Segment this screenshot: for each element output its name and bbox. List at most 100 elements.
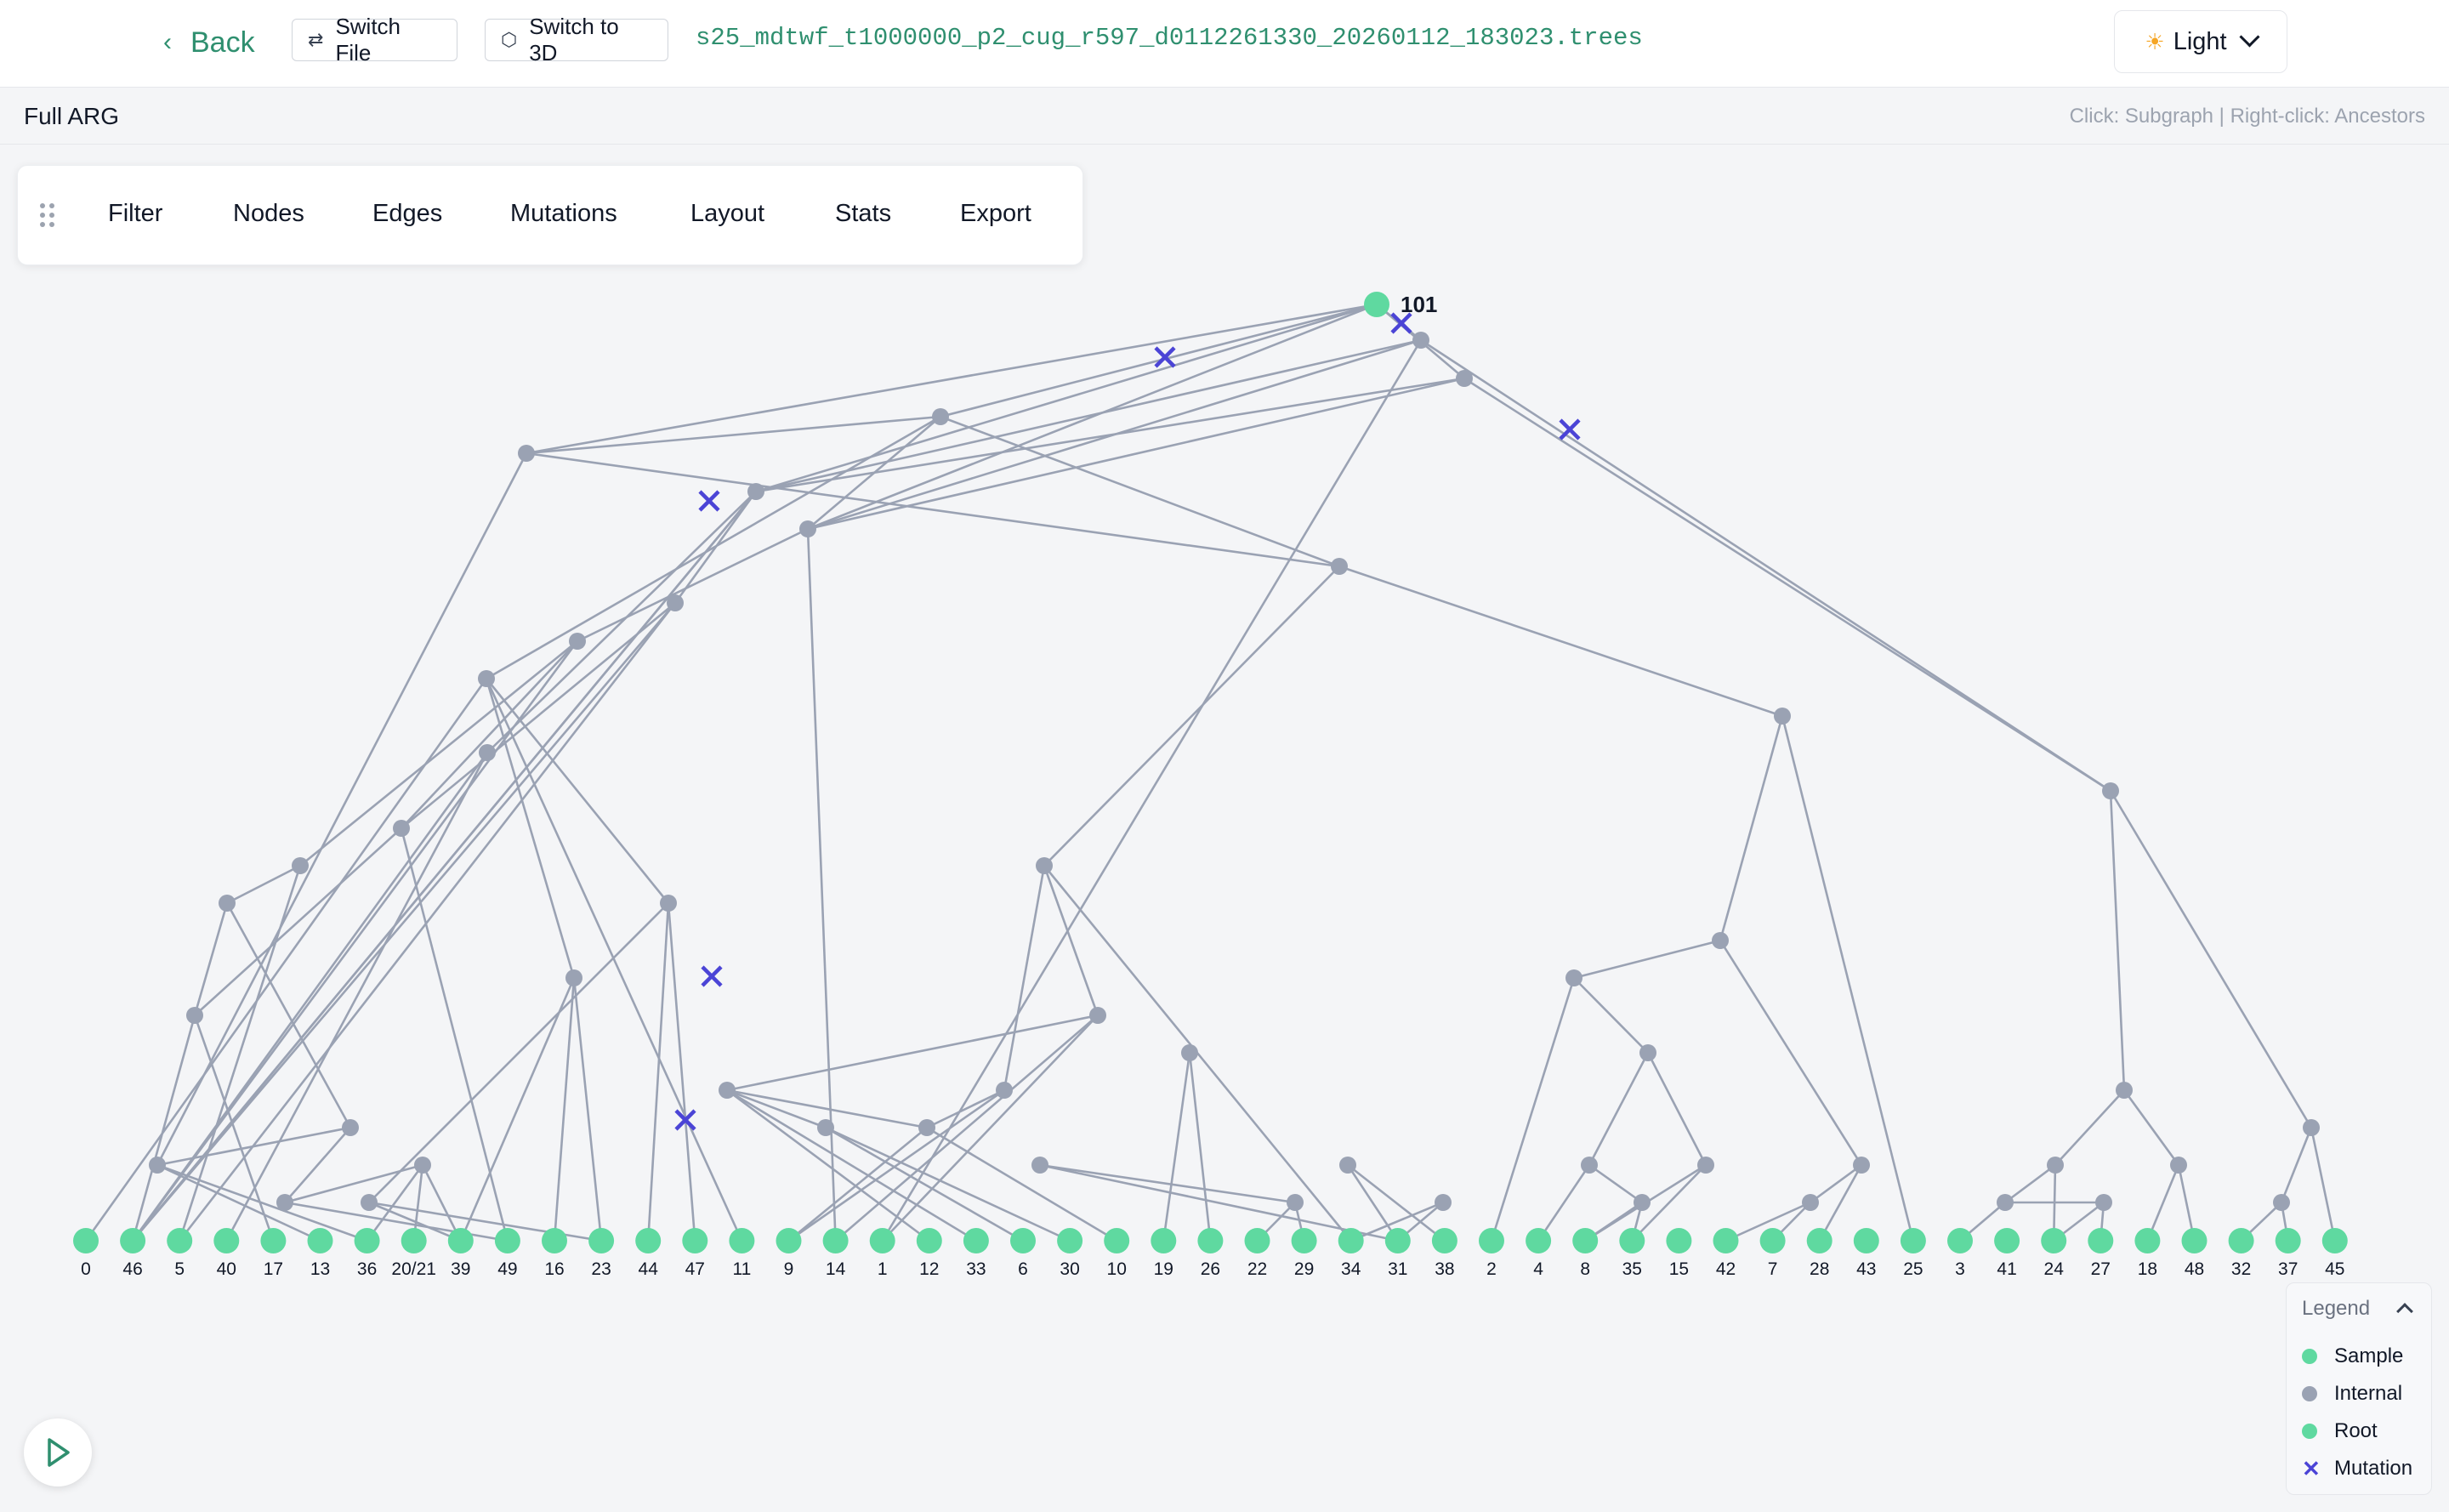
- mutation-icon[interactable]: [1559, 418, 1581, 441]
- mutation-icon[interactable]: [701, 965, 723, 987]
- sample-node[interactable]: [1479, 1228, 1504, 1253]
- drag-handle-icon[interactable]: [40, 203, 57, 227]
- node-layer[interactable]: 1010 46 5 40 17 13 36 20/21 39 49 16 23 44 47 11 9 14 1 12…: [73, 292, 2348, 1279]
- sample-node[interactable]: [682, 1228, 708, 1253]
- menu-stats[interactable]: Stats: [835, 200, 891, 228]
- sample-node[interactable]: [494, 1228, 520, 1253]
- internal-node[interactable]: [2273, 1194, 2290, 1211]
- internal-node[interactable]: [1697, 1157, 1714, 1174]
- internal-node[interactable]: [276, 1194, 293, 1211]
- sample-node[interactable]: [120, 1228, 146, 1253]
- mutation-icon[interactable]: [698, 490, 720, 512]
- internal-node[interactable]: [361, 1194, 378, 1211]
- sample-node[interactable]: [1244, 1228, 1270, 1253]
- internal-node[interactable]: [918, 1119, 935, 1136]
- sample-node[interactable]: [307, 1228, 333, 1253]
- internal-node[interactable]: [414, 1157, 431, 1174]
- internal-node[interactable]: [1712, 932, 1729, 949]
- internal-node[interactable]: [342, 1119, 359, 1136]
- sample-node[interactable]: [2181, 1228, 2208, 1253]
- sample-node[interactable]: [1431, 1228, 1457, 1253]
- sample-node[interactable]: [2228, 1228, 2254, 1253]
- internal-node[interactable]: [518, 445, 535, 462]
- sample-node[interactable]: [1759, 1228, 1786, 1253]
- internal-node[interactable]: [932, 408, 949, 425]
- internal-node[interactable]: [1853, 1157, 1870, 1174]
- sample-node[interactable]: [963, 1228, 989, 1253]
- internal-node[interactable]: [2170, 1157, 2187, 1174]
- sample-node[interactable]: [447, 1228, 474, 1253]
- internal-node[interactable]: [2102, 782, 2119, 799]
- internal-node[interactable]: [1089, 1007, 1106, 1024]
- sample-node[interactable]: [1666, 1228, 1692, 1253]
- internal-node[interactable]: [479, 744, 496, 761]
- internal-node[interactable]: [149, 1157, 166, 1174]
- internal-node[interactable]: [1031, 1157, 1048, 1174]
- internal-node[interactable]: [565, 969, 582, 986]
- internal-node[interactable]: [1802, 1194, 1819, 1211]
- internal-node[interactable]: [1181, 1044, 1198, 1061]
- menu-export[interactable]: Export: [960, 200, 1031, 228]
- sample-node[interactable]: [588, 1228, 615, 1253]
- internal-node[interactable]: [1456, 370, 1473, 387]
- sample-node[interactable]: [1384, 1228, 1411, 1253]
- internal-node[interactable]: [2095, 1194, 2112, 1211]
- internal-node[interactable]: [478, 670, 495, 687]
- sample-node[interactable]: [1151, 1228, 1177, 1253]
- sample-node[interactable]: [822, 1228, 849, 1253]
- internal-node[interactable]: [393, 820, 410, 837]
- internal-node[interactable]: [817, 1119, 834, 1136]
- sample-node[interactable]: [1806, 1228, 1832, 1253]
- sample-node[interactable]: [1572, 1228, 1599, 1253]
- internal-node[interactable]: [1565, 969, 1582, 986]
- internal-node[interactable]: [186, 1007, 203, 1024]
- sample-node[interactable]: [2321, 1228, 2348, 1253]
- menu-mutations[interactable]: Mutations: [510, 200, 617, 228]
- root-node[interactable]: [1364, 292, 1389, 317]
- internal-node[interactable]: [747, 483, 764, 500]
- internal-node[interactable]: [1036, 857, 1053, 874]
- sample-node[interactable]: [869, 1228, 895, 1253]
- sample-node[interactable]: [2134, 1228, 2161, 1253]
- internal-node[interactable]: [2116, 1082, 2133, 1099]
- sample-node[interactable]: [729, 1228, 755, 1253]
- sample-node[interactable]: [1010, 1228, 1036, 1253]
- sample-node[interactable]: [776, 1228, 802, 1253]
- sample-node[interactable]: [1713, 1228, 1739, 1253]
- sample-node[interactable]: [213, 1228, 240, 1253]
- sample-node[interactable]: [2088, 1228, 2114, 1253]
- sample-node[interactable]: [260, 1228, 287, 1253]
- chevron-up-icon[interactable]: [2396, 1303, 2413, 1320]
- internal-node[interactable]: [2303, 1119, 2320, 1136]
- sample-node[interactable]: [167, 1228, 193, 1253]
- sample-node[interactable]: [542, 1228, 567, 1253]
- internal-node[interactable]: [219, 895, 236, 912]
- sample-node[interactable]: [1104, 1228, 1130, 1253]
- internal-node[interactable]: [1287, 1194, 1304, 1211]
- internal-node[interactable]: [1997, 1194, 2014, 1211]
- sample-node[interactable]: [1526, 1228, 1552, 1253]
- sample-node[interactable]: [1853, 1228, 1879, 1253]
- sample-node[interactable]: [354, 1228, 380, 1253]
- internal-node[interactable]: [799, 520, 816, 537]
- sample-node[interactable]: [73, 1228, 99, 1253]
- internal-node[interactable]: [1435, 1194, 1452, 1211]
- sample-node[interactable]: [1900, 1228, 1926, 1253]
- sample-node[interactable]: [1197, 1228, 1224, 1253]
- internal-node[interactable]: [660, 895, 677, 912]
- internal-node[interactable]: [996, 1082, 1013, 1099]
- internal-node[interactable]: [1774, 708, 1791, 725]
- sample-node[interactable]: [1291, 1228, 1317, 1253]
- internal-node[interactable]: [667, 594, 684, 611]
- internal-node[interactable]: [2047, 1157, 2064, 1174]
- sample-node[interactable]: [1994, 1228, 2020, 1253]
- internal-node[interactable]: [1634, 1194, 1651, 1211]
- internal-node[interactable]: [292, 857, 309, 874]
- sample-node[interactable]: [1947, 1228, 1973, 1253]
- sample-node[interactable]: [2041, 1228, 2067, 1253]
- internal-node[interactable]: [1412, 332, 1429, 349]
- internal-node[interactable]: [1331, 558, 1348, 575]
- sample-node[interactable]: [2275, 1228, 2301, 1253]
- sample-node[interactable]: [916, 1228, 942, 1253]
- internal-node[interactable]: [569, 633, 586, 650]
